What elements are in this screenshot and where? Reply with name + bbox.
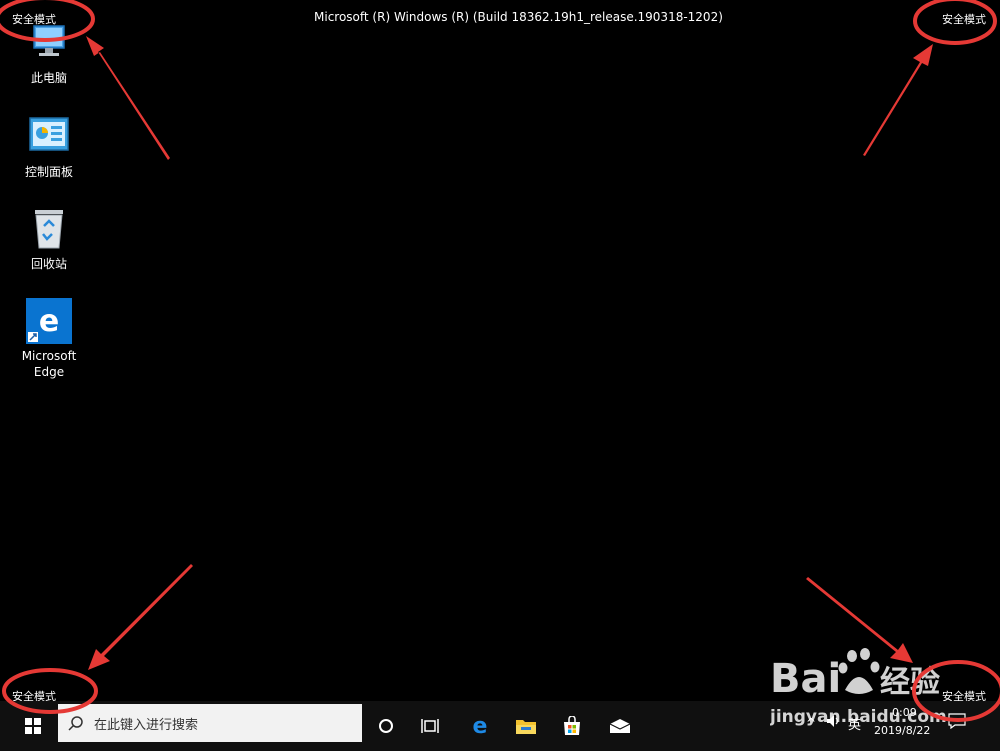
annotation-arrow-bottom-right — [806, 577, 913, 663]
annotation-circle-bottom-left — [2, 668, 98, 714]
annotation-circle-top-right — [913, 0, 997, 45]
annotation-arrow-bottom-left — [88, 564, 193, 670]
annotation-overlay — [0, 0, 1000, 722]
annotation-circle-bottom-right — [912, 660, 1000, 722]
annotation-arrow-top-left — [86, 36, 170, 160]
annotation-circle-top-left — [0, 0, 95, 42]
annotation-arrow-top-right — [863, 44, 933, 156]
